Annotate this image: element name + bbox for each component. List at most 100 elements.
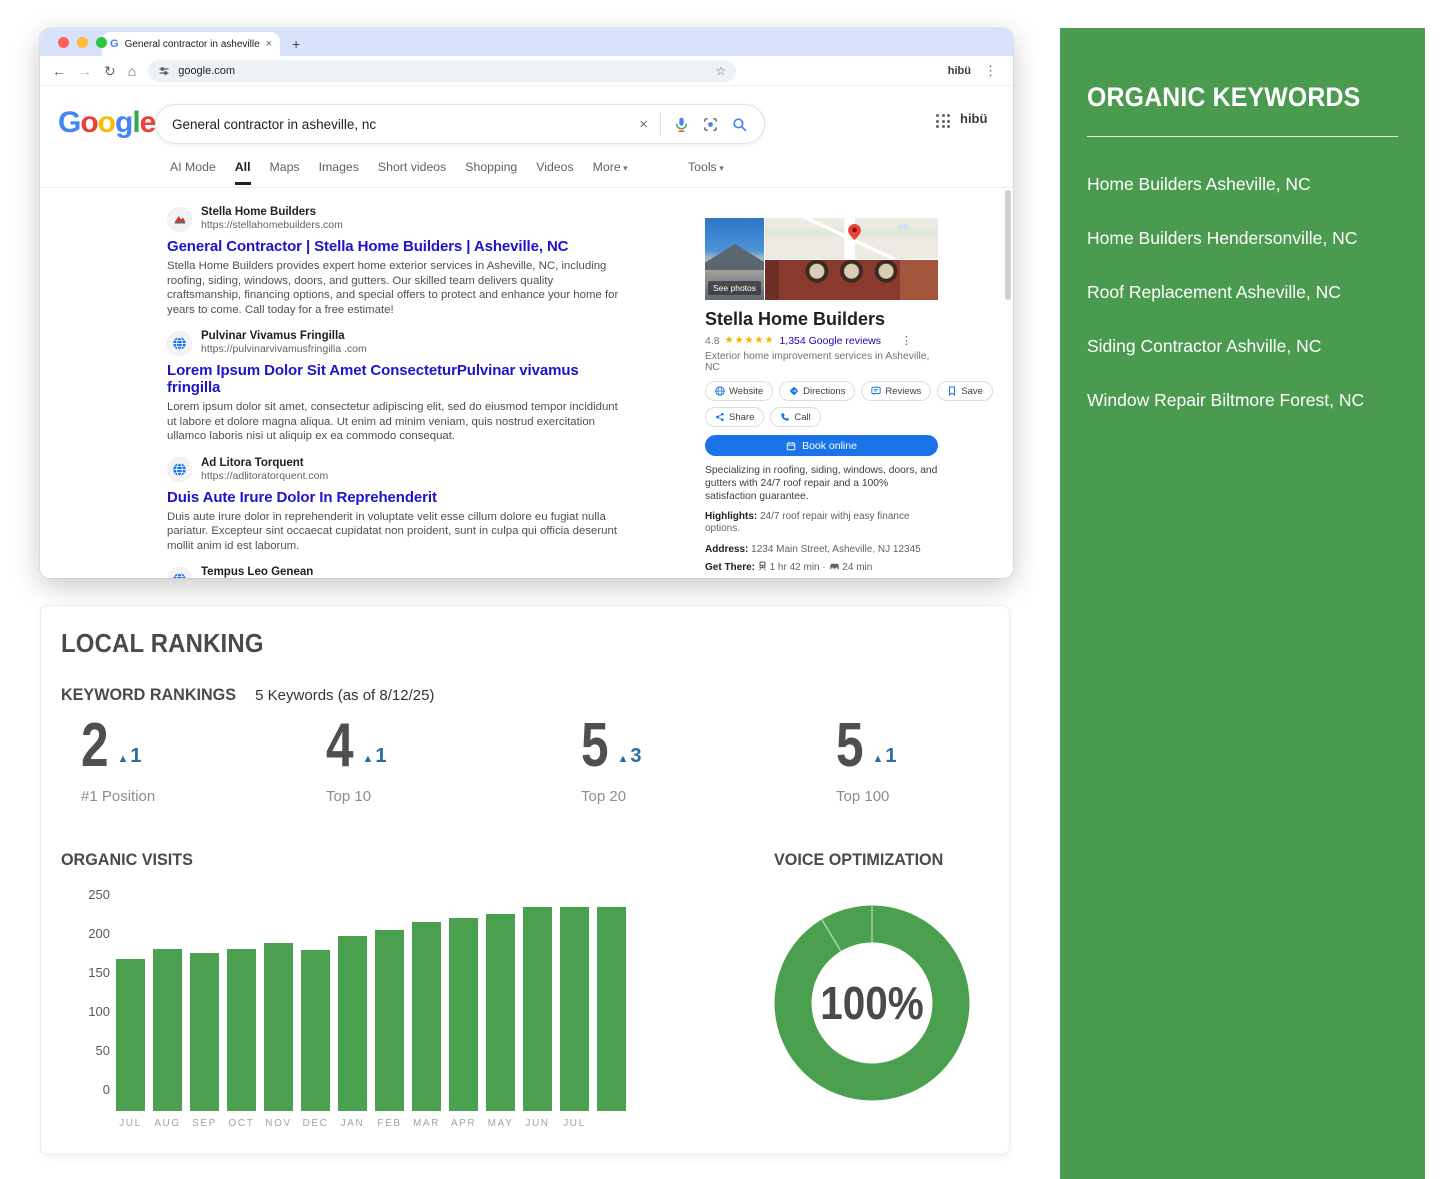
browser-tab[interactable]: G General contractor in asheville, nc × bbox=[102, 32, 280, 56]
back-icon[interactable]: ← bbox=[52, 64, 66, 78]
keyword-rankings-label: KEYWORD RANKINGS bbox=[61, 685, 236, 705]
keyword-item: Roof Replacement Asheville, NC bbox=[1087, 282, 1398, 303]
stat-value: 4 bbox=[326, 718, 354, 774]
tab-shopping[interactable]: Shopping bbox=[465, 160, 517, 185]
phone-icon bbox=[780, 412, 790, 422]
keyword-item: Home Builders Asheville, NC bbox=[1087, 174, 1398, 195]
maximize-window-button[interactable] bbox=[96, 37, 107, 48]
panel-menu-icon[interactable]: ⋮ bbox=[901, 334, 912, 347]
map-pin-icon bbox=[848, 224, 861, 240]
x-tick: JUL bbox=[560, 1118, 589, 1129]
keyword-list: Home Builders Asheville, NC Home Builder… bbox=[1087, 174, 1398, 411]
reviews-button[interactable]: Reviews bbox=[861, 381, 931, 401]
stat-label: #1 Position bbox=[81, 788, 155, 805]
search-query-text[interactable]: General contractor in asheville, nc bbox=[172, 117, 639, 132]
stat-top-100: 5 ▲1 Top 100 bbox=[836, 718, 897, 805]
stat-top-10: 4 ▲1 Top 10 bbox=[326, 718, 387, 805]
y-tick: 50 bbox=[96, 1043, 110, 1058]
rating-value: 4.8 bbox=[705, 335, 720, 347]
website-button[interactable]: Website bbox=[705, 381, 773, 401]
tab-title: General contractor in asheville, nc bbox=[125, 39, 260, 50]
page-scrollbar[interactable] bbox=[1005, 190, 1011, 300]
result-site-name[interactable]: Pulvinar Vivamus Fringilla bbox=[201, 330, 367, 343]
hibu-extension-logo[interactable]: hibü bbox=[948, 65, 971, 77]
action-chips-row: Share Call bbox=[705, 407, 938, 427]
keyword-rankings-note: 5 Keywords (as of 8/12/25) bbox=[255, 687, 434, 704]
clear-search-icon[interactable]: × bbox=[639, 116, 648, 133]
browser-toolbar: ← → ↻ ⌂ google.com ☆ hibü ⋮ bbox=[40, 56, 1013, 86]
bookmark-icon bbox=[947, 386, 957, 396]
tab-short-videos[interactable]: Short videos bbox=[378, 160, 446, 185]
google-lens-icon[interactable] bbox=[702, 116, 719, 133]
result-site-name[interactable]: Tempus Leo Genean bbox=[201, 566, 339, 578]
business-description: Specializing in roofing, siding, windows… bbox=[705, 464, 938, 503]
organic-keywords-sidebar: ORGANIC KEYWORDS Home Builders Asheville… bbox=[1060, 28, 1425, 1179]
business-map[interactable] bbox=[765, 218, 938, 259]
save-button[interactable]: Save bbox=[937, 381, 993, 401]
new-tab-button[interactable]: + bbox=[292, 36, 300, 52]
close-window-button[interactable] bbox=[58, 37, 69, 48]
result-title-link[interactable]: General Contractor | Stella Home Builder… bbox=[167, 238, 625, 255]
rating-row: 4.8 ★★★★★ 1,354 Google reviews ⋮ bbox=[705, 334, 938, 347]
browser-tab-strip: G General contractor in asheville, nc × … bbox=[40, 28, 1013, 56]
result-title-link[interactable]: Duis Aute Irure Dolor In Reprehenderit bbox=[167, 489, 625, 506]
calendar-icon bbox=[786, 441, 796, 451]
address-label: Address: bbox=[705, 544, 748, 555]
tab-images[interactable]: Images bbox=[319, 160, 359, 185]
stat-value: 5 bbox=[836, 718, 864, 774]
business-photo[interactable]: See photos bbox=[705, 218, 764, 300]
tab-maps[interactable]: Maps bbox=[270, 160, 300, 185]
minimize-window-button[interactable] bbox=[77, 37, 88, 48]
y-tick: 250 bbox=[88, 887, 110, 902]
site-settings-icon[interactable] bbox=[158, 65, 170, 77]
bar bbox=[560, 907, 589, 1111]
organic-results: Stella Home Builders https://stellahomeb… bbox=[167, 206, 625, 578]
result-url[interactable]: https://adlitoratorquent.com bbox=[201, 470, 328, 483]
book-online-button[interactable]: Book online bbox=[705, 435, 938, 456]
keyword-item: Home Builders Hendersonville, NC bbox=[1087, 228, 1398, 249]
tab-more[interactable]: More bbox=[593, 160, 628, 185]
browser-menu-icon[interactable]: ⋮ bbox=[984, 63, 997, 79]
result-url[interactable]: https://stellahomebuilders.com bbox=[201, 219, 343, 232]
divider bbox=[40, 187, 1013, 188]
voice-search-icon[interactable] bbox=[673, 116, 690, 133]
result-url[interactable]: https://pulvinarvivamusfringilla .com bbox=[201, 343, 367, 356]
search-input[interactable]: General contractor in asheville, nc × bbox=[155, 104, 765, 144]
stat-label: Top 100 bbox=[836, 788, 897, 805]
business-photo[interactable] bbox=[765, 260, 938, 300]
globe-favicon bbox=[167, 331, 192, 356]
result-site-name[interactable]: Ad Litora Torquent bbox=[201, 457, 328, 470]
result-title-link[interactable]: Lorem Ipsum Dolor Sit Amet ConsecteturPu… bbox=[167, 362, 625, 396]
tools-button[interactable]: Tools bbox=[688, 160, 724, 174]
reviews-link[interactable]: 1,354 Google reviews bbox=[779, 335, 881, 347]
tab-ai-mode[interactable]: AI Mode bbox=[170, 160, 216, 185]
x-tick: NOV bbox=[264, 1118, 293, 1129]
stat-label: Top 10 bbox=[326, 788, 387, 805]
voice-optimization-title: VOICE OPTIMIZATION bbox=[774, 850, 943, 870]
x-tick: FEB bbox=[375, 1118, 404, 1129]
reload-icon[interactable]: ↻ bbox=[104, 64, 116, 78]
tab-close-icon[interactable]: × bbox=[266, 38, 272, 50]
address-bar[interactable]: google.com ☆ bbox=[148, 60, 736, 82]
tab-all[interactable]: All bbox=[235, 160, 251, 185]
directions-button[interactable]: Directions bbox=[779, 381, 855, 401]
x-axis: JUL AUG SEP OCT NOV DEC JAN FEB MAR APR … bbox=[116, 1118, 626, 1129]
url-text: google.com bbox=[178, 65, 707, 77]
google-apps-icon[interactable] bbox=[936, 114, 951, 129]
home-icon[interactable]: ⌂ bbox=[128, 64, 136, 78]
share-button[interactable]: Share bbox=[705, 407, 764, 427]
forward-icon[interactable]: → bbox=[78, 64, 92, 78]
call-button[interactable]: Call bbox=[770, 407, 820, 427]
up-arrow-icon: ▲ bbox=[117, 753, 128, 765]
tab-videos[interactable]: Videos bbox=[536, 160, 573, 185]
search-icon[interactable] bbox=[731, 116, 748, 133]
bookmark-star-icon[interactable]: ☆ bbox=[715, 64, 726, 78]
x-tick: DEC bbox=[301, 1118, 330, 1129]
bar bbox=[227, 949, 256, 1111]
result-site-name[interactable]: Stella Home Builders bbox=[201, 206, 343, 219]
y-tick: 0 bbox=[103, 1082, 110, 1097]
directions-icon bbox=[789, 386, 799, 396]
business-category: Exterior home improvement services in As… bbox=[705, 351, 938, 373]
see-photos-button[interactable]: See photos bbox=[708, 281, 761, 295]
globe-favicon bbox=[167, 567, 192, 579]
